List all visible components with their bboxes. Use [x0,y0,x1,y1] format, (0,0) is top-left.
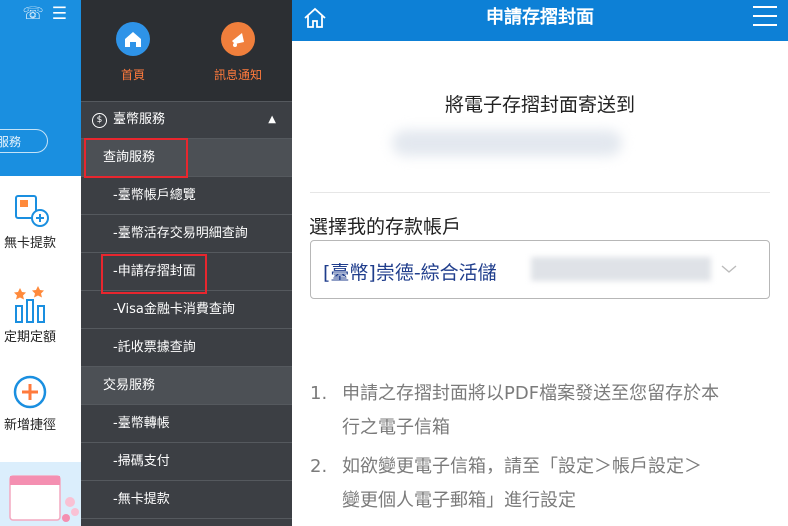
menu-item-visa-debit-inquiry[interactable]: -Visa金融卡消費查詢 [81,291,292,329]
home-icon [116,22,150,56]
account-number-redacted [531,257,711,281]
background-app-header: ☏☰ 服務 [0,0,81,176]
menu-item-label: -臺幣活存交易明細查詢 [113,226,248,241]
note-text: 申請之存摺封面將以PDF檔案發送至您留存於本 [342,383,720,404]
chevron-up-icon: ▲ [268,114,276,125]
tab-home-label: 首頁 [120,68,145,82]
note-text-line2: 變更個人電子郵箱」進行設定 [342,490,576,511]
highlight-box-inquiry [84,138,188,178]
page-title: 申請存摺封面 [486,7,594,28]
tile-cardless-withdraw[interactable]: 無卡提款 [0,190,70,251]
menu-item-label: 交易服務 [103,378,156,393]
note-text-line2: 行之電子信箱 [342,417,450,438]
apply-passbook-cover-page: 申請存摺封面 將電子存摺封面寄送到 選擇我的存款帳戶 [臺幣]崇德-綜合活儲 1… [292,0,788,526]
promo-banner[interactable] [0,462,81,526]
menu-item-label: -託收票據查詢 [113,340,196,355]
menu-item-label: -臺幣轉帳 [113,416,170,431]
menu-item-cardless-withdraw[interactable]: -無卡提款 [81,481,292,519]
highlight-box-passbook-cover [101,254,207,294]
note-text: 如欲變更電子信箱，請至「設定＞帳戶設定＞ [342,456,702,477]
background-top-icons: ☏☰ [22,4,75,24]
side-menu: 首頁 訊息通知 $ 臺幣服務 ▲ 查詢服務 -臺幣帳戶總覽 -臺幣活存交易明細查… [81,0,292,526]
note-2: 2. 如欲變更電子信箱，請至「設定＞帳戶設定＞ 變更個人電子郵箱」進行設定 [310,450,702,518]
chat-icon[interactable]: ☏ [22,4,51,24]
menu-top-tabs: 首頁 訊息通知 [81,0,292,102]
menu-item-collection-check-inquiry[interactable]: -託收票據查詢 [81,329,292,367]
menu-item-label: -掃碼支付 [113,454,170,469]
account-select-label: 選擇我的存款帳戶 [309,216,462,238]
background-search-box[interactable]: 服務 [0,129,48,153]
chevron-down-icon [721,265,737,273]
menu-section-label: 臺幣服務 [113,112,166,127]
note-1: 1. 申請之存摺封面將以PDF檔案發送至您留存於本 行之電子信箱 [310,377,719,445]
tile-regular-investment[interactable]: 定期定額 [0,284,70,345]
calendar-illustration [9,475,79,522]
account-select-value: [臺幣]崇德-綜合活儲 [323,262,497,284]
menu-subsection-transactions[interactable]: 交易服務 [81,367,292,405]
email-redacted [392,130,622,156]
dollar-icon: $ [92,113,107,128]
menu-item-label: -臺幣帳戶總覽 [113,188,196,203]
tile-add-shortcut[interactable]: 新增捷徑 [0,372,70,433]
menu-section-twd-services[interactable]: $ 臺幣服務 ▲ [81,101,292,139]
tab-notifications-label: 訊息通知 [213,68,262,82]
note-number: 2. [310,456,328,477]
tile-label: 新增捷徑 [3,418,56,433]
menu-item-label: -Visa金融卡消費查詢 [113,302,235,317]
megaphone-icon [221,22,255,56]
add-circle-icon [13,375,47,409]
tab-home[interactable]: 首頁 [98,22,168,83]
page-header: 申請存摺封面 [292,0,788,41]
send-to-heading: 將電子存摺封面寄送到 [444,94,635,116]
note-number: 1. [310,383,328,404]
menu-item-twd-transfer[interactable]: -臺幣轉帳 [81,405,292,443]
account-select[interactable]: [臺幣]崇德-綜合活儲 [310,240,770,299]
stars-bars-icon [14,286,45,323]
hamburger-menu-icon[interactable] [752,5,778,27]
background-app: ☏☰ 服務 無卡提款 定期定額 新增捷徑 [0,0,81,526]
tile-label: 定期定額 [3,330,56,345]
menu-item-label: -無卡提款 [113,492,170,507]
menu-item-twd-account-overview[interactable]: -臺幣帳戶總覽 [81,177,292,215]
card-withdraw-icon [15,195,49,227]
tile-label: 無卡提款 [3,236,56,251]
menu-item-scan-pay[interactable]: -掃碼支付 [81,443,292,481]
tab-notifications[interactable]: 訊息通知 [203,22,273,83]
hamburger-menu-icon[interactable]: ☰ [52,4,75,24]
divider [310,192,770,193]
menu-item-twd-transaction-details[interactable]: -臺幣活存交易明細查詢 [81,215,292,253]
